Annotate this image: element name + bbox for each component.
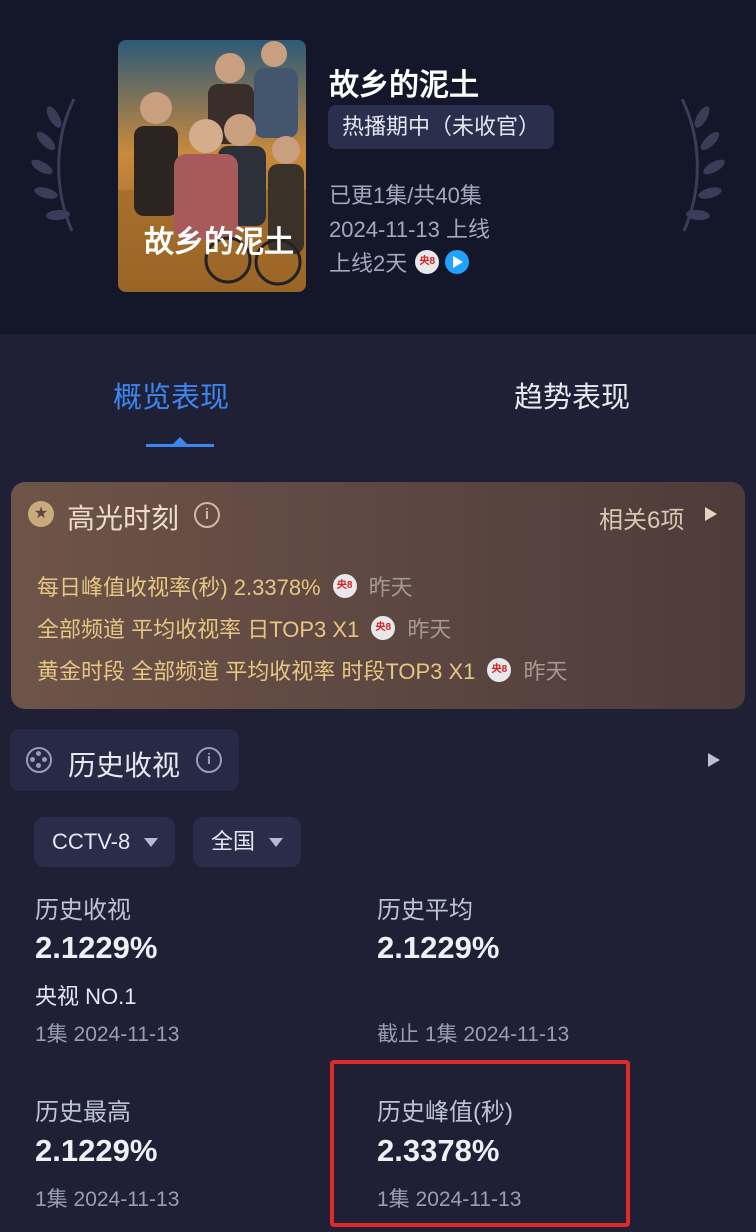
history-max-label: 历史最高 [35,1099,131,1126]
highlights-arrow-icon[interactable] [705,507,717,521]
chevron-down-icon [269,838,283,847]
tab-overview[interactable]: 概览表现 [113,374,229,416]
history-rating-value: 2.1229% [35,930,158,965]
highlights-related-link[interactable]: 相关6项 [599,500,684,535]
release-date: 2024-11-13 上线 [329,217,491,242]
history-max-value: 2.1229% [35,1133,158,1168]
highlights-title: 高光时刻 [67,503,180,534]
highlight-text: 每日峰值收视率(秒) 2.3378% [37,575,321,600]
poster-title-art: 故乡的泥土 [144,225,294,260]
history-section-header: 历史收视 i [10,729,239,791]
highlights-card: 高光时刻 i 相关6项 每日峰值收视率(秒) 2.3378% 央8 昨天 全部频… [11,482,745,709]
star-badge-icon [28,501,54,527]
video-platform-logo-icon [445,250,470,274]
highlight-time: 昨天 [523,659,568,684]
history-avg-date: 截止 1集 2024-11-13 [377,1023,570,1046]
highlight-time: 昨天 [407,617,452,642]
history-rating-rank: 央视 NO.1 [35,984,137,1009]
history-rating-date: 1集 2024-11-13 [35,1023,180,1046]
cctv8-logo-icon: 央8 [371,616,396,640]
show-header: 故乡的泥土 故乡的泥土 热播期中（未收官） 已更1集/共40集 2024-11-… [0,0,756,334]
highlight-annotation-box [330,1060,630,1227]
highlight-text: 黄金时段 全部频道 平均收视率 时段TOP3 X1 [37,659,476,684]
highlight-row: 全部频道 平均收视率 日TOP3 X1 央8 昨天 [37,612,451,644]
history-rating-label: 历史收视 [35,897,131,924]
chevron-down-icon [144,838,158,847]
days-online-row: 上线2天 央8 [329,246,470,278]
history-max-date: 1集 2024-11-13 [35,1188,180,1211]
region-dropdown-value: 全国 [211,829,256,854]
highlight-row: 黄金时段 全部频道 平均收视率 时段TOP3 X1 央8 昨天 [37,654,567,686]
highlight-row: 每日峰值收视率(秒) 2.3378% 央8 昨天 [37,570,413,602]
film-reel-icon [26,747,52,773]
history-avg-label: 历史平均 [377,897,473,924]
history-info-icon[interactable]: i [196,747,222,773]
active-tab-indicator [146,444,214,447]
days-online: 上线2天 [329,251,408,276]
show-title: 故乡的泥土 [329,69,479,102]
channel-dropdown-value: CCTV-8 [52,829,131,854]
cctv8-logo-icon: 央8 [332,574,357,598]
history-avg-value: 2.1229% [377,930,500,965]
active-tab-caret-icon [173,437,187,444]
poster-image[interactable]: 故乡的泥土 [118,40,306,292]
tab-bar: 概览表现 趋势表现 [0,334,756,454]
cctv8-logo-icon: 央8 [487,658,512,682]
channel-dropdown[interactable]: CCTV-8 [34,817,175,867]
status-badge: 热播期中（未收官） [328,105,555,149]
laurel-right-icon [680,98,725,232]
episode-count: 已更1集/共40集 [329,183,482,208]
history-arrow-icon[interactable] [708,753,720,767]
history-title: 历史收视 [68,750,181,781]
cctv8-logo-icon: 央8 [415,250,440,274]
highlight-time: 昨天 [368,575,413,600]
region-dropdown[interactable]: 全国 [193,817,301,867]
tab-trend[interactable]: 趋势表现 [514,374,630,416]
highlight-text: 全部频道 平均收视率 日TOP3 X1 [37,617,360,642]
laurel-left-icon [31,98,76,232]
highlights-info-icon[interactable]: i [194,502,220,528]
